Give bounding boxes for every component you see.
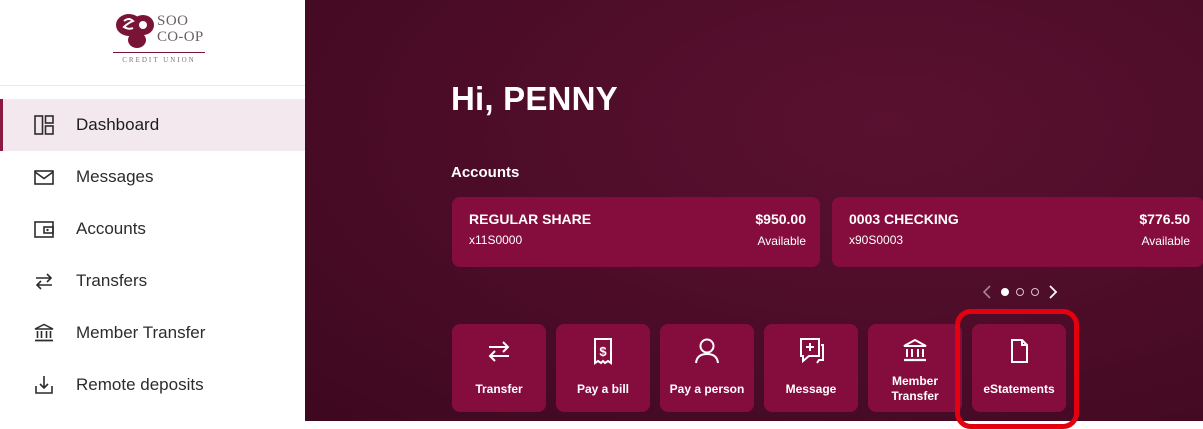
carousel-dot-2[interactable] — [1016, 288, 1024, 296]
message-button[interactable]: Message — [764, 324, 858, 412]
bank-icon — [903, 338, 927, 362]
chevron-left-icon[interactable] — [980, 283, 994, 301]
bill-icon: $ — [594, 338, 612, 365]
envelope-icon — [34, 170, 54, 185]
carousel-dot-3[interactable] — [1031, 288, 1039, 296]
account-balance: $776.50 — [1139, 211, 1190, 227]
action-label: Pay a person — [669, 382, 745, 396]
action-label: Transfer — [475, 382, 523, 396]
sidebar-item-label: Member Transfer — [76, 323, 206, 342]
greeting-heading: Hi, PENNY — [451, 80, 618, 117]
sidebar-item-transfers[interactable]: Transfers — [0, 255, 305, 307]
sidebar-item-label: Transfers — [76, 271, 148, 290]
account-card-checking[interactable]: 0003 CHECKING x90S0003 $776.50 Available — [832, 197, 1203, 267]
pay-a-person-button[interactable]: Pay a person — [660, 324, 754, 412]
wallet-icon — [34, 221, 54, 238]
account-balance: $950.00 — [755, 211, 806, 227]
logo-text-coop: CO-OP — [157, 29, 204, 45]
carousel-pager — [980, 283, 1060, 301]
member-transfer-button[interactable]: Member Transfer — [868, 324, 962, 412]
dashboard-icon — [34, 115, 54, 135]
account-number: x90S0003 — [849, 233, 904, 247]
estatements-highlight-box — [955, 309, 1079, 429]
sidebar-item-label: Dashboard — [76, 115, 160, 134]
person-icon — [695, 338, 719, 364]
account-card-regular-share[interactable]: REGULAR SHARE x11S0000 $950.00 Available — [452, 197, 820, 267]
account-number: x11S0000 — [469, 233, 523, 247]
sidebar-item-label: Remote deposits — [76, 375, 204, 394]
logo-text-credit-union: CREDIT UNION — [122, 56, 196, 64]
sidebar-item-label: Accounts — [76, 219, 146, 238]
chevron-right-icon[interactable] — [1046, 283, 1060, 301]
action-label: Pay a bill — [576, 382, 630, 396]
action-label: Member Transfer — [891, 374, 939, 403]
sidebar-item-accounts[interactable]: Accounts — [0, 203, 305, 255]
svg-text:$: $ — [599, 344, 607, 359]
accounts-section-title: Accounts — [451, 164, 520, 181]
bank-icon — [34, 323, 54, 342]
account-name: REGULAR SHARE — [469, 211, 592, 227]
transfer-button[interactable]: Transfer — [452, 324, 546, 412]
sidebar-item-remote-deposits[interactable]: Remote deposits — [0, 359, 305, 411]
sidebar-item-dashboard[interactable]: Dashboard — [0, 99, 305, 151]
sidebar-item-member-transfer[interactable]: Member Transfer — [0, 307, 305, 359]
sidebar-nav: Dashboard Messages Accounts Transfers Me… — [0, 99, 305, 411]
account-balance-status: Available — [1141, 234, 1190, 248]
logo-divider — [113, 52, 205, 53]
transfer-arrows-icon — [35, 273, 53, 290]
carousel-dot-1[interactable] — [1001, 288, 1009, 296]
sidebar: SOO CO-OP CREDIT UNION Dashboard Message… — [0, 0, 306, 421]
sidebar-item-messages[interactable]: Messages — [0, 151, 305, 203]
deposit-icon — [35, 376, 53, 394]
account-balance-status: Available — [757, 234, 806, 248]
soo-coop-logo[interactable]: SOO CO-OP CREDIT UNION — [113, 12, 205, 72]
message-icon — [800, 338, 824, 364]
action-label: Message — [785, 382, 837, 396]
soo-coop-logo-mark — [116, 14, 154, 48]
transfer-icon — [488, 341, 510, 362]
logo-text-soo: SOO — [157, 13, 189, 29]
pay-a-bill-button[interactable]: $ Pay a bill — [556, 324, 650, 412]
sidebar-item-label: Messages — [76, 167, 154, 186]
sidebar-divider — [0, 85, 305, 86]
account-name: 0003 CHECKING — [849, 211, 959, 227]
